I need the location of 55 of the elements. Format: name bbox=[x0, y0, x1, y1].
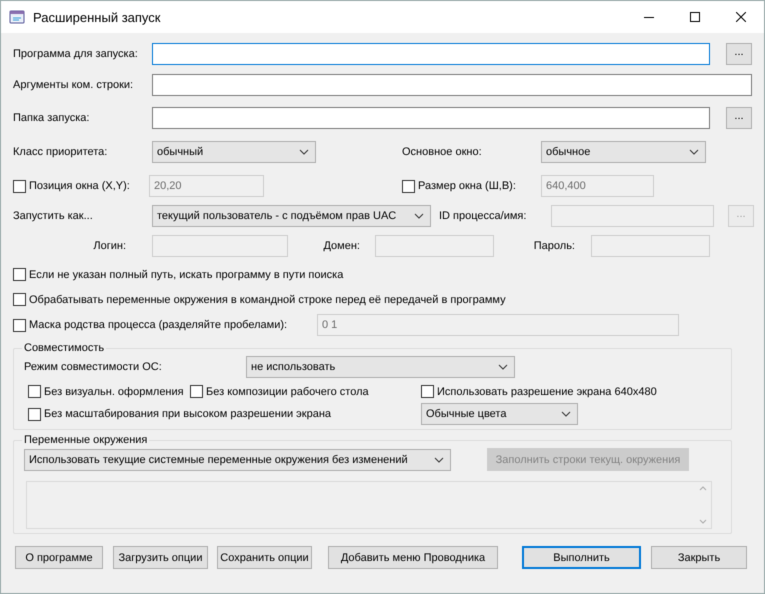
app-window-icon bbox=[9, 9, 25, 25]
checkbox[interactable] bbox=[13, 268, 26, 281]
checkbox-label: Позиция окна (X,Y): bbox=[29, 180, 130, 192]
checkbox-label: Использовать разрешение экрана 640x480 bbox=[437, 386, 657, 398]
input-field[interactable] bbox=[152, 107, 710, 129]
input-field[interactable] bbox=[152, 74, 752, 96]
dropdown[interactable]: текущий пользователь - с подъёмом прав UAC bbox=[152, 205, 431, 227]
input-field[interactable] bbox=[152, 43, 710, 65]
field-label: Основное окно: bbox=[402, 146, 483, 158]
dropdown[interactable]: Обычные цвета bbox=[421, 403, 578, 425]
dialog-button[interactable]: О программе bbox=[15, 546, 103, 569]
dropdown[interactable]: обычный bbox=[152, 141, 316, 163]
caret-icon bbox=[414, 213, 424, 219]
field-label: ID процесса/имя: bbox=[439, 210, 528, 222]
caret-icon bbox=[299, 149, 309, 155]
dialog-button[interactable]: Добавить меню Проводника bbox=[328, 546, 498, 569]
dialog-button[interactable]: Выполнить bbox=[522, 546, 641, 569]
checkbox-label: Обрабатывать переменные окружения в командной строке перед её передачей в программу bbox=[29, 294, 506, 306]
caret-icon bbox=[498, 364, 508, 370]
field-label: Программа для запуска: bbox=[13, 48, 139, 60]
field-label: Аргументы ком. строки: bbox=[13, 79, 134, 91]
checkbox-label: Без масштабирования при высоком разрешении экрана bbox=[44, 408, 332, 420]
field-label: Пароль: bbox=[532, 240, 576, 252]
dialog-button[interactable]: Загрузить опции bbox=[113, 546, 208, 569]
dropdown[interactable]: Использовать текущие системные переменные окружения без изменений bbox=[24, 448, 451, 470]
group-title: Переменные окружения bbox=[23, 434, 148, 446]
checkbox-label: Без композиции рабочего стола bbox=[206, 386, 369, 398]
checkbox[interactable] bbox=[28, 408, 41, 420]
dialog-button[interactable]: Сохранить опции bbox=[217, 546, 312, 569]
field-label: Логин: bbox=[92, 240, 127, 252]
checkbox-label: Без визуальн. оформления bbox=[44, 386, 184, 398]
caret-icon bbox=[689, 149, 699, 155]
caret-icon bbox=[434, 456, 444, 462]
checkbox[interactable] bbox=[28, 385, 41, 398]
group-title: Совместимость bbox=[23, 342, 106, 354]
checkbox[interactable] bbox=[421, 385, 434, 398]
dialog-button[interactable]: Закрыть bbox=[651, 546, 747, 569]
close-icon bbox=[736, 12, 746, 22]
checkbox-label: Маска родства процесса (разделяйте пробелами): bbox=[29, 319, 288, 331]
window-title: Расширенный запуск bbox=[33, 10, 162, 24]
maximize-icon bbox=[690, 12, 700, 22]
browse-button[interactable]: ... bbox=[726, 43, 752, 65]
checkbox-label: Размер окна (Ш,В): bbox=[418, 180, 516, 192]
field-label: Папка запуска: bbox=[13, 112, 90, 124]
checkbox[interactable] bbox=[13, 293, 26, 306]
field-label: Класс приоритета: bbox=[13, 146, 108, 158]
field-label: Режим совместимости ОС: bbox=[24, 361, 163, 373]
field-label: Домен: bbox=[322, 240, 361, 252]
checkbox[interactable] bbox=[190, 385, 203, 398]
caret-icon bbox=[561, 411, 571, 417]
browse-button[interactable]: ... bbox=[726, 107, 752, 129]
field-label: Запустить как... bbox=[13, 210, 94, 222]
checkbox-label: Если не указан полный путь, искать программу в пути поиска bbox=[29, 268, 344, 280]
dropdown[interactable]: не использовать bbox=[246, 356, 515, 378]
dropdown[interactable]: обычное bbox=[541, 141, 706, 163]
